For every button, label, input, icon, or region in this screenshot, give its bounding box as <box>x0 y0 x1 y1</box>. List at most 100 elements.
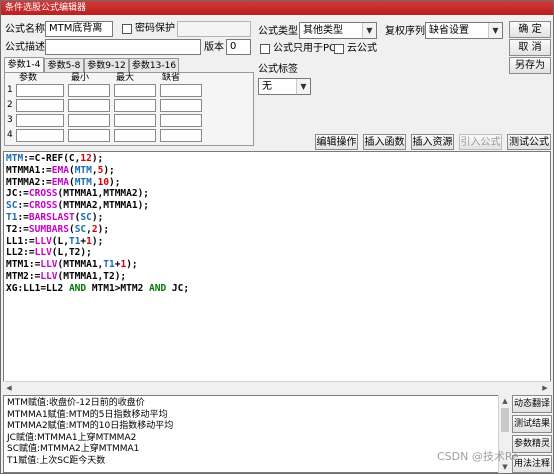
name-input[interactable]: MTM底背离 <box>45 21 113 37</box>
save-as-button[interactable]: 另存为 <box>509 57 551 74</box>
password-label: 密码保护 <box>135 23 175 34</box>
param-header-min: 最小 <box>71 73 90 83</box>
tab-params-13-16[interactable]: 参数13-16 <box>129 58 179 73</box>
code-line: LL1:=LLV(L,T1+1); <box>6 236 548 248</box>
insert-resource-button[interactable]: 插入资源 <box>411 134 454 150</box>
ok-button[interactable]: 确 定 <box>509 21 551 38</box>
edit-operation-button[interactable]: 编辑操作 <box>315 134 358 150</box>
code-token: MTM2 <box>6 270 29 282</box>
description-line: MTMMA2赋值:MTM的10日指数移动平均 <box>7 421 174 432</box>
param-max-input[interactable] <box>114 84 156 97</box>
desc-input[interactable] <box>45 39 201 55</box>
code-token: := <box>17 211 29 223</box>
tab-params-1-4[interactable]: 参数1-4 <box>4 57 44 73</box>
chevron-down-icon: ▼ <box>362 23 376 38</box>
code-token: MTMMA2 <box>6 176 41 188</box>
scroll-thumb[interactable] <box>501 408 509 432</box>
scroll-left-icon[interactable]: ◀ <box>3 382 15 394</box>
param-max-input[interactable] <box>114 129 156 142</box>
code-token: ); <box>109 176 121 188</box>
tag-select[interactable]: 无 ▼ <box>258 78 311 95</box>
description-line: MTMMA1赋值:MTM的5日指数移动平均 <box>7 409 168 420</box>
code-token: AND <box>149 282 167 294</box>
code-token: := <box>28 270 41 282</box>
code-token: AND <box>68 282 87 294</box>
code-token: SC <box>80 211 92 223</box>
param-min-input[interactable] <box>68 84 110 97</box>
code-token: := <box>17 223 29 235</box>
code-token: EMA <box>51 164 69 176</box>
type-value: 其他类型 <box>303 25 343 36</box>
test-formula-button[interactable]: 测试公式 <box>507 134 551 150</box>
pc-only-checkbox[interactable] <box>260 44 270 54</box>
order-value: 缺省设置 <box>429 25 469 36</box>
cancel-button[interactable]: 取 消 <box>509 39 551 56</box>
param-min-input[interactable] <box>68 129 110 142</box>
insert-function-button[interactable]: 插入函数 <box>363 134 406 150</box>
code-line: MTM2:=LLV(MTMMA1,T2); <box>6 271 548 283</box>
formula-editor-window: 条件选股公式编辑器 公式名称 MTM底背离 密码保护 公式描述 版本 0 公式类… <box>0 0 554 474</box>
code-token: MTM <box>74 176 92 188</box>
version-input[interactable]: 0 <box>226 39 251 55</box>
pc-only-label: 公式只用于PC <box>273 43 337 54</box>
param-default-input[interactable] <box>160 129 202 142</box>
code-token: LLV <box>34 235 52 247</box>
order-label: 复权序列 <box>385 26 425 37</box>
test-result-button[interactable]: 测试结果 <box>512 415 552 433</box>
type-label: 公式类型 <box>258 26 298 37</box>
param-name-input[interactable] <box>16 84 64 97</box>
scroll-up-icon[interactable]: ▲ <box>499 395 511 407</box>
chevron-down-icon: ▼ <box>488 23 502 38</box>
param-default-input[interactable] <box>160 99 202 112</box>
param-row-number: 4 <box>7 130 13 140</box>
tag-value: 无 <box>262 81 272 92</box>
param-max-input[interactable] <box>114 114 156 127</box>
param-name-input[interactable] <box>16 129 64 142</box>
code-token: CROSS <box>28 188 58 200</box>
code-token: JC <box>6 188 18 200</box>
param-min-input[interactable] <box>68 99 110 112</box>
code-token: T1 <box>103 259 115 271</box>
param-default-input[interactable] <box>160 114 202 127</box>
code-token: 12 <box>80 153 92 164</box>
code-token: := <box>40 164 52 176</box>
code-token: := <box>23 247 35 259</box>
code-line: MTMMA1:=EMA(MTM,5); <box>6 165 548 177</box>
code-token: MTM1>MTM2 <box>86 282 150 294</box>
param-min-input[interactable] <box>68 114 110 127</box>
version-label: 版本 <box>204 42 224 53</box>
code-token: ); <box>103 164 115 176</box>
formula-code-editor[interactable]: MTM:=C-REF(C,12); MTMMA1:=EMA(MTM,5); MTMM… <box>3 151 551 393</box>
code-token: ); <box>91 235 104 247</box>
order-select[interactable]: 缺省设置 ▼ <box>425 22 503 39</box>
description-line: JC赋值:MTMMA1上穿MTMMA2 <box>7 432 137 443</box>
password-checkbox[interactable] <box>122 24 132 34</box>
tab-params-5-8[interactable]: 参数5-8 <box>44 58 84 73</box>
param-name-input[interactable] <box>16 114 64 127</box>
code-token: LL2 <box>6 247 24 259</box>
password-input[interactable] <box>177 21 251 37</box>
editor-horizontal-scrollbar[interactable]: ◀ ▶ <box>3 381 551 393</box>
scroll-right-icon[interactable]: ▶ <box>539 382 551 394</box>
param-row-number: 3 <box>7 115 13 125</box>
code-token: ); <box>91 211 104 223</box>
code-token: LLV <box>40 259 58 271</box>
desc-label: 公式描述 <box>5 42 45 53</box>
cloud-checkbox[interactable] <box>334 44 344 54</box>
import-formula-button[interactable]: 引入公式 <box>459 134 502 150</box>
dynamic-translate-button[interactable]: 动态翻译 <box>512 395 552 413</box>
code-token: := <box>23 235 35 247</box>
name-label: 公式名称 <box>5 24 45 35</box>
tab-params-9-12[interactable]: 参数9-12 <box>84 58 129 73</box>
code-token: CROSS <box>28 200 58 212</box>
code-token: MTMMA1 <box>6 164 41 176</box>
param-max-input[interactable] <box>114 99 156 112</box>
watermark: CSDN @技术Re <box>437 450 519 463</box>
code-line: JC:=CROSS(MTMMA1,MTMMA2); <box>6 188 548 200</box>
type-select[interactable]: 其他类型 ▼ <box>299 22 377 39</box>
param-header-max: 最大 <box>116 73 135 83</box>
param-default-input[interactable] <box>160 84 202 97</box>
tag-label: 公式标签 <box>258 64 298 75</box>
param-name-input[interactable] <box>16 99 64 112</box>
code-line: T2:=SUMBARS(SC,2); <box>6 224 548 236</box>
